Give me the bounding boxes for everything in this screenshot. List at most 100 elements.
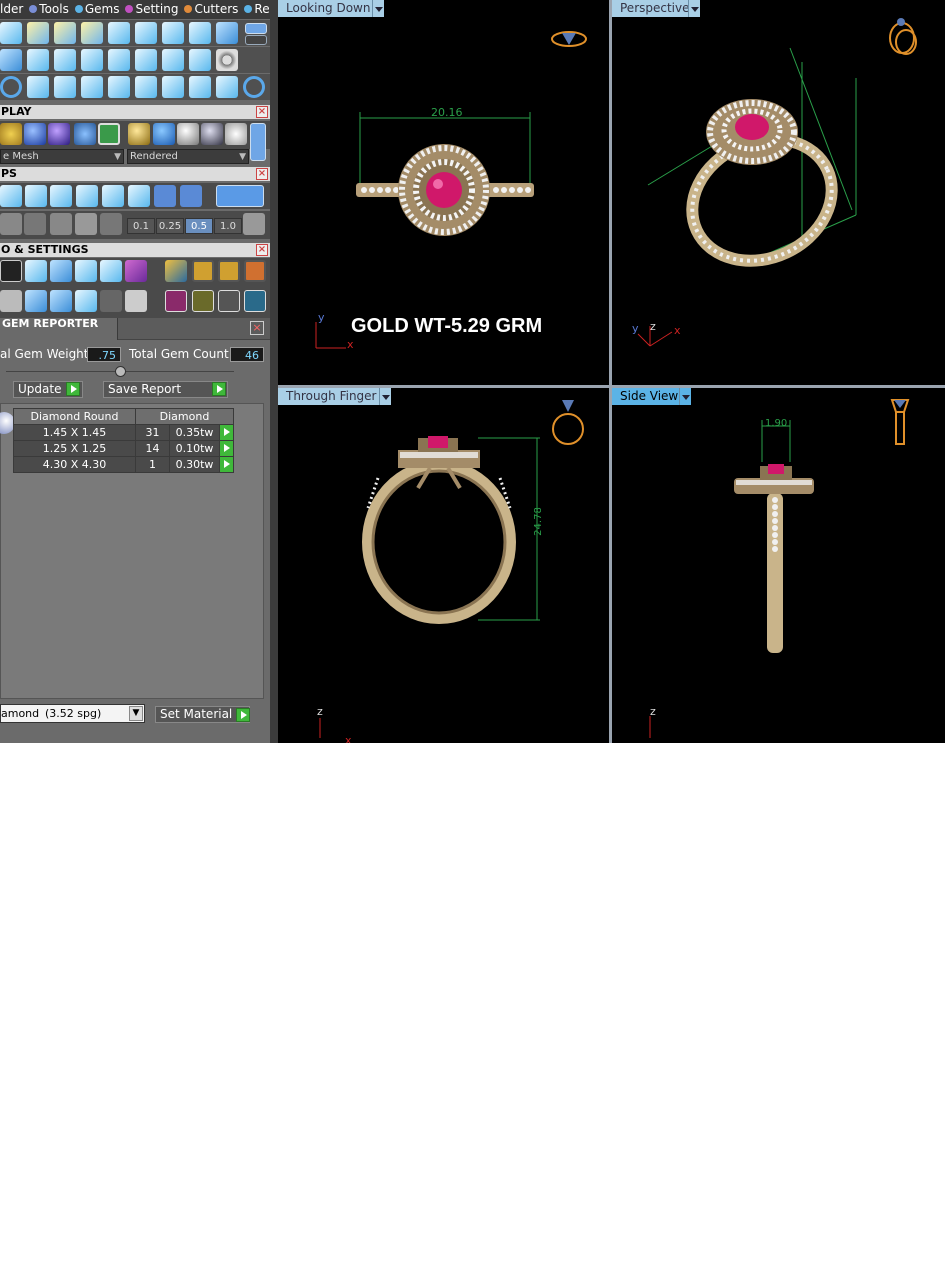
- sphere-blue-icon[interactable]: [24, 123, 46, 145]
- render-mode-dropdown[interactable]: Rendered ▼: [127, 149, 249, 164]
- explode-icon[interactable]: [135, 76, 157, 98]
- update-go-icon[interactable]: [66, 382, 80, 396]
- prong-icon[interactable]: [54, 49, 76, 71]
- pencil-icon[interactable]: [24, 213, 46, 235]
- gem-lock-icon[interactable]: [54, 22, 76, 44]
- set-material-go-icon[interactable]: [236, 708, 250, 722]
- gem-add-icon[interactable]: [27, 22, 49, 44]
- scatter-icon[interactable]: [108, 22, 130, 44]
- frame-2-icon[interactable]: [218, 260, 240, 282]
- gear-icon[interactable]: [135, 49, 157, 71]
- row-select-icon[interactable]: [219, 456, 234, 473]
- circle-curve-icon[interactable]: [0, 76, 22, 98]
- align-gem-icon[interactable]: [244, 290, 266, 312]
- gem-ring-icon[interactable]: [162, 49, 184, 71]
- select-icon[interactable]: [100, 290, 122, 312]
- row-select-icon[interactable]: [219, 424, 234, 441]
- close-icon[interactable]: ×: [256, 244, 268, 256]
- menu-item-render[interactable]: Render: [254, 0, 270, 19]
- panel-icon[interactable]: [50, 290, 72, 312]
- move-icon[interactable]: [81, 76, 103, 98]
- snaps-section-header[interactable]: PS ×: [0, 167, 270, 181]
- diamond-icon[interactable]: [0, 49, 22, 71]
- scissors-icon[interactable]: [216, 76, 238, 98]
- close-icon[interactable]: ×: [250, 321, 264, 335]
- metal-sphere-icon[interactable]: [201, 123, 223, 145]
- gem-cluster-icon[interactable]: [162, 22, 184, 44]
- splitter-handle-icon[interactable]: [115, 366, 126, 377]
- gold-sphere-icon[interactable]: [128, 123, 150, 145]
- table-row[interactable]: 1.25 X 1.25 14 0.10tw: [13, 440, 234, 457]
- snap-curve-icon[interactable]: [0, 185, 22, 207]
- viewport-perspective[interactable]: Perspective y z x: [612, 0, 945, 385]
- menu-item-gems[interactable]: Gems: [85, 0, 120, 19]
- scale-gem-icon[interactable]: [192, 290, 214, 312]
- menu-item-tools[interactable]: Tools: [39, 0, 69, 19]
- gem-box-icon[interactable]: [125, 260, 147, 282]
- search-icon[interactable]: [0, 260, 22, 282]
- settings-section-header[interactable]: O & SETTINGS ×: [0, 243, 270, 257]
- curve-tool-icon[interactable]: [0, 22, 22, 44]
- menu-item-builder[interactable]: lder: [0, 0, 23, 19]
- viewport-through-finger[interactable]: Through Finger 24.78 z x: [278, 388, 609, 743]
- snap-center-icon[interactable]: [102, 185, 124, 207]
- snap-point-icon[interactable]: [50, 185, 72, 207]
- frame-3-icon[interactable]: [244, 260, 266, 282]
- layers-icon[interactable]: [25, 260, 47, 282]
- cube-icon[interactable]: [0, 213, 22, 235]
- bezel-icon[interactable]: [27, 49, 49, 71]
- table-row[interactable]: 1.45 X 1.45 31 0.35tw: [13, 424, 234, 441]
- path-icon[interactable]: [27, 76, 49, 98]
- snap-value-3[interactable]: 1.0: [214, 218, 242, 234]
- wire-sphere-icon[interactable]: [177, 123, 199, 145]
- save-report-button[interactable]: Save Report: [103, 381, 228, 398]
- edit-icon[interactable]: [100, 260, 122, 282]
- diamond-snap-icon[interactable]: [75, 213, 97, 235]
- seat-cutter-icon[interactable]: [108, 49, 130, 71]
- pave-icon[interactable]: [135, 22, 157, 44]
- panel-toggle-icon[interactable]: [245, 23, 267, 34]
- viewport-divider-vertical[interactable]: [609, 0, 612, 743]
- gem-reporter-tab[interactable]: GEM REPORTER: [0, 318, 118, 340]
- table-row[interactable]: 4.30 X 4.30 1 0.30tw: [13, 456, 234, 473]
- snap-corner-icon[interactable]: [76, 185, 98, 207]
- brush-icon[interactable]: [165, 260, 187, 282]
- channel-icon[interactable]: [81, 49, 103, 71]
- display-panel-icon[interactable]: [250, 123, 266, 161]
- snap-edge-icon[interactable]: [180, 185, 202, 207]
- link-icon[interactable]: [162, 76, 184, 98]
- snap-value-0[interactable]: 0.1: [127, 218, 155, 234]
- env-icon[interactable]: [74, 123, 96, 145]
- list-icon[interactable]: [125, 290, 147, 312]
- rotate-gem-icon[interactable]: [218, 290, 240, 312]
- gem-array-icon[interactable]: [81, 22, 103, 44]
- grid-icon[interactable]: [189, 49, 211, 71]
- close-icon[interactable]: ×: [256, 168, 268, 180]
- display-section-header[interactable]: PLAY ×: [0, 105, 270, 119]
- split-icon[interactable]: [54, 76, 76, 98]
- filter-icon[interactable]: [75, 290, 97, 312]
- material-dropdown[interactable]: amond (3.52 spg) ▼: [0, 704, 145, 723]
- halo-icon[interactable]: [216, 22, 238, 44]
- grid-toggle-icon[interactable]: [243, 213, 265, 235]
- grid-snap-icon[interactable]: [50, 213, 72, 235]
- row-select-icon[interactable]: [219, 440, 234, 457]
- menu-item-setting[interactable]: Setting: [135, 0, 178, 19]
- cube-wire-icon[interactable]: [25, 290, 47, 312]
- save-report-go-icon[interactable]: [212, 382, 226, 396]
- chevron-down-icon[interactable]: ▼: [129, 706, 143, 721]
- no-render-icon[interactable]: [225, 123, 247, 145]
- move-gem-icon[interactable]: [165, 290, 187, 312]
- arrow-snap-icon[interactable]: [100, 213, 122, 235]
- sphere-purple-icon[interactable]: [48, 123, 70, 145]
- unlink-icon[interactable]: [189, 76, 211, 98]
- frame-icon[interactable]: [192, 260, 214, 282]
- snap-target-icon[interactable]: [128, 185, 150, 207]
- blue-sphere-icon[interactable]: [153, 123, 175, 145]
- monitor-icon[interactable]: [0, 290, 22, 312]
- viewport-side-view[interactable]: Side View 1.90 z: [612, 388, 945, 743]
- viewport-looking-down[interactable]: Looking Down 20.16 GOLD WT-5.29 GRM y x: [278, 0, 609, 385]
- viewport-divider-horizontal[interactable]: [278, 385, 945, 388]
- snap-cross-icon[interactable]: [25, 185, 47, 207]
- snap-value-2[interactable]: 0.5: [185, 218, 213, 234]
